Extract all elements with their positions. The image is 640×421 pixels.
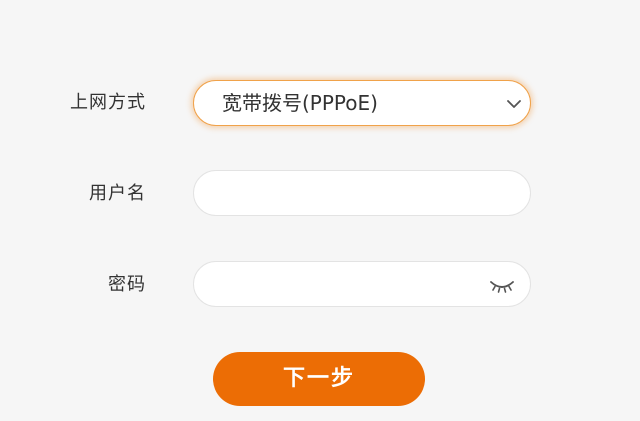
next-button[interactable]: 下一步 — [213, 352, 425, 406]
connection-type-select[interactable]: 宽带拨号(PPPoE) — [193, 80, 531, 126]
connection-type-row: 上网方式 宽带拨号(PPPoE) — [0, 79, 640, 127]
password-field-box[interactable] — [193, 261, 531, 307]
password-label: 密码 — [108, 274, 146, 295]
connection-type-label: 上网方式 — [70, 92, 146, 113]
chevron-down-icon[interactable] — [504, 94, 524, 114]
connection-type-selected-value[interactable]: 宽带拨号(PPPoE) — [222, 81, 378, 127]
eye-closed-icon[interactable] — [488, 274, 516, 296]
password-row: 密码 — [0, 261, 640, 309]
username-field-box[interactable] — [193, 170, 531, 216]
username-row: 用户名 — [0, 170, 640, 218]
username-input[interactable] — [214, 171, 484, 215]
username-label: 用户名 — [89, 183, 146, 204]
password-input[interactable] — [214, 262, 484, 306]
